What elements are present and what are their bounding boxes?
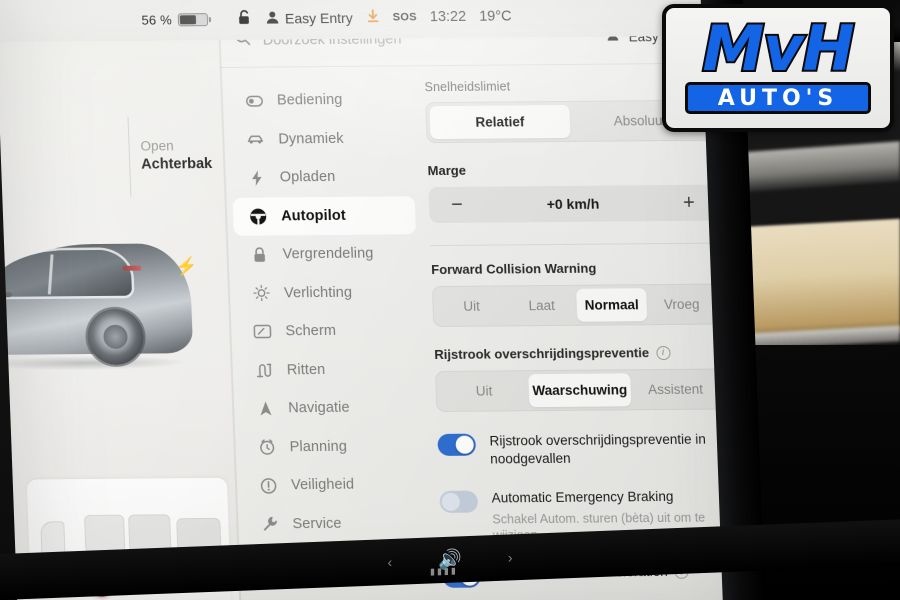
- watermark-subtitle: AUTO'S: [685, 82, 871, 115]
- navigation-icon: [254, 401, 277, 417]
- segment-laat[interactable]: Laat: [506, 289, 577, 323]
- sidebar-item-navigatie[interactable]: Navigatie: [240, 388, 423, 428]
- sidebar-item-label: Opladen: [279, 169, 336, 186]
- display-icon: [251, 324, 274, 339]
- info-icon[interactable]: i: [655, 345, 671, 360]
- sidebar-item-scherm[interactable]: Scherm: [237, 311, 420, 351]
- sidebar-item-label: Autopilot: [280, 207, 347, 225]
- lock-icon: [248, 246, 271, 263]
- charge-bolt-icon[interactable]: ⚡: [175, 256, 198, 276]
- sidebar-item-planning[interactable]: Planning: [241, 427, 424, 467]
- sidebar-item-label: Vergrendeling: [282, 245, 374, 263]
- car-icon: [244, 134, 266, 145]
- settings-sidebar: Bediening Dynamiek Opladen Autopilot Ver…: [220, 66, 438, 600]
- chevron-left-icon[interactable]: ‹: [387, 554, 392, 570]
- battery-percent-label: 56 %: [141, 11, 173, 28]
- segment-normaal[interactable]: Normaal: [576, 288, 648, 322]
- car-visualization-panel: Open Achterbak ⚡: [0, 0, 242, 600]
- clock-label: 13:22: [429, 8, 467, 26]
- sidebar-item-verlichting[interactable]: Verlichting: [235, 273, 418, 313]
- toggle-emergency-lane-departure[interactable]: [437, 433, 477, 456]
- segment-assistent[interactable]: Assistent: [631, 373, 721, 407]
- road-icon: [253, 362, 276, 378]
- status-profile-label: Easy Entry: [284, 9, 353, 27]
- toggle-icon: [243, 95, 265, 107]
- dash-vents: ▮▮▮▮: [430, 565, 458, 577]
- battery-indicator: 56 %: [141, 11, 224, 27]
- sidebar-item-label: Navigatie: [287, 399, 350, 417]
- sidebar-item-label: Bediening: [276, 92, 343, 109]
- alert-circle-icon: [257, 477, 280, 494]
- segment-vroeg[interactable]: Vroeg: [646, 288, 717, 322]
- margin-decrease-button[interactable]: −: [443, 194, 472, 216]
- temperature-label[interactable]: 19°C: [479, 8, 512, 24]
- watermark-brand: MvH: [700, 11, 856, 85]
- panel-divider: [127, 116, 132, 197]
- sidebar-item-label: Scherm: [285, 323, 337, 340]
- lane-departure-segmented-control[interactable]: Uit Waarschuwing Assistent: [434, 368, 725, 412]
- toggle-label: Automatic Emergency Braking: [491, 489, 674, 506]
- trunk-open-label: Open: [140, 138, 174, 154]
- segment-relatief[interactable]: Relatief: [429, 104, 571, 140]
- segment-uit[interactable]: Uit: [436, 289, 507, 323]
- touchscreen: 56 % Easy Entry SOS 13:22 19°C Open Acht…: [0, 0, 758, 600]
- wrench-icon: [258, 516, 281, 533]
- person-icon: [266, 10, 280, 27]
- trunk-open-value[interactable]: Achterbak: [141, 156, 213, 173]
- status-profile[interactable]: Easy Entry: [266, 9, 353, 27]
- bolt-icon: [245, 169, 268, 186]
- sidebar-item-label: Planning: [289, 438, 348, 455]
- margin-label: Marge: [427, 162, 467, 179]
- steering-wheel-icon: [247, 207, 270, 225]
- toggle-automatic-emergency-braking[interactable]: [439, 491, 479, 514]
- download-arrow-icon[interactable]: [365, 9, 380, 27]
- chevron-right-icon[interactable]: ›: [508, 549, 513, 565]
- sidebar-item-bediening[interactable]: Bediening: [228, 80, 411, 120]
- dealer-watermark-logo: MvH AUTO'S: [662, 4, 894, 132]
- segment-uit[interactable]: Uit: [439, 374, 529, 408]
- sos-label[interactable]: SOS: [392, 11, 417, 23]
- sun-icon: [250, 285, 273, 302]
- sidebar-item-label: Dynamiek: [278, 130, 344, 148]
- lane-departure-label-row: Rijstrook overschrijdingspreventie i: [434, 345, 723, 363]
- sidebar-item-label: Ritten: [286, 361, 326, 379]
- margin-value: +0 km/h: [546, 195, 600, 213]
- margin-increase-button[interactable]: +: [675, 192, 704, 214]
- section-divider: [430, 242, 719, 247]
- sidebar-item-label: Service: [292, 515, 342, 532]
- margin-stepper[interactable]: − +0 km/h +: [428, 184, 718, 224]
- sidebar-item-opladen[interactable]: Opladen: [231, 157, 414, 197]
- sidebar-item-vergrendeling[interactable]: Vergrendeling: [234, 234, 417, 274]
- sidebar-item-label: Verlichting: [283, 284, 353, 302]
- sidebar-item-ritten[interactable]: Ritten: [238, 350, 421, 390]
- sidebar-item-veiligheid[interactable]: Veiligheid: [242, 465, 425, 505]
- photo-of-tesla-touchscreen: 56 % Easy Entry SOS 13:22 19°C Open Acht…: [0, 0, 900, 600]
- clock-icon: [255, 439, 278, 456]
- status-bar-right: Easy Entry SOS 13:22 19°C: [224, 6, 512, 28]
- battery-icon: [177, 12, 209, 26]
- sidebar-item-dynamiek[interactable]: Dynamiek: [230, 119, 413, 159]
- setting-row-emergency-lane-departure: Rijstrook overschrijdingspreventie in no…: [437, 429, 726, 469]
- forward-collision-segmented-control[interactable]: Uit Laat Normaal Vroeg: [431, 283, 722, 328]
- status-bar-left: 56 %: [0, 11, 224, 28]
- sidebar-item-autopilot[interactable]: Autopilot: [232, 195, 416, 236]
- settings-content: Snelheidslimiet Relatief Absoluut Marge …: [418, 64, 754, 600]
- car-image[interactable]: ⚡: [0, 213, 220, 395]
- sidebar-item-label: Veiligheid: [290, 476, 355, 494]
- toggle-label: Rijstrook overschrijdingspreventie in no…: [489, 431, 707, 467]
- unlock-icon[interactable]: [238, 9, 254, 29]
- lane-departure-label: Rijstrook overschrijdingspreventie: [434, 345, 650, 363]
- sidebar-item-service[interactable]: Service: [244, 504, 427, 544]
- status-bar: 56 % Easy Entry SOS 13:22 19°C: [0, 0, 733, 42]
- segment-waarschuwing[interactable]: Waarschuwing: [527, 373, 632, 408]
- forward-collision-label: Forward Collision Warning: [430, 260, 597, 278]
